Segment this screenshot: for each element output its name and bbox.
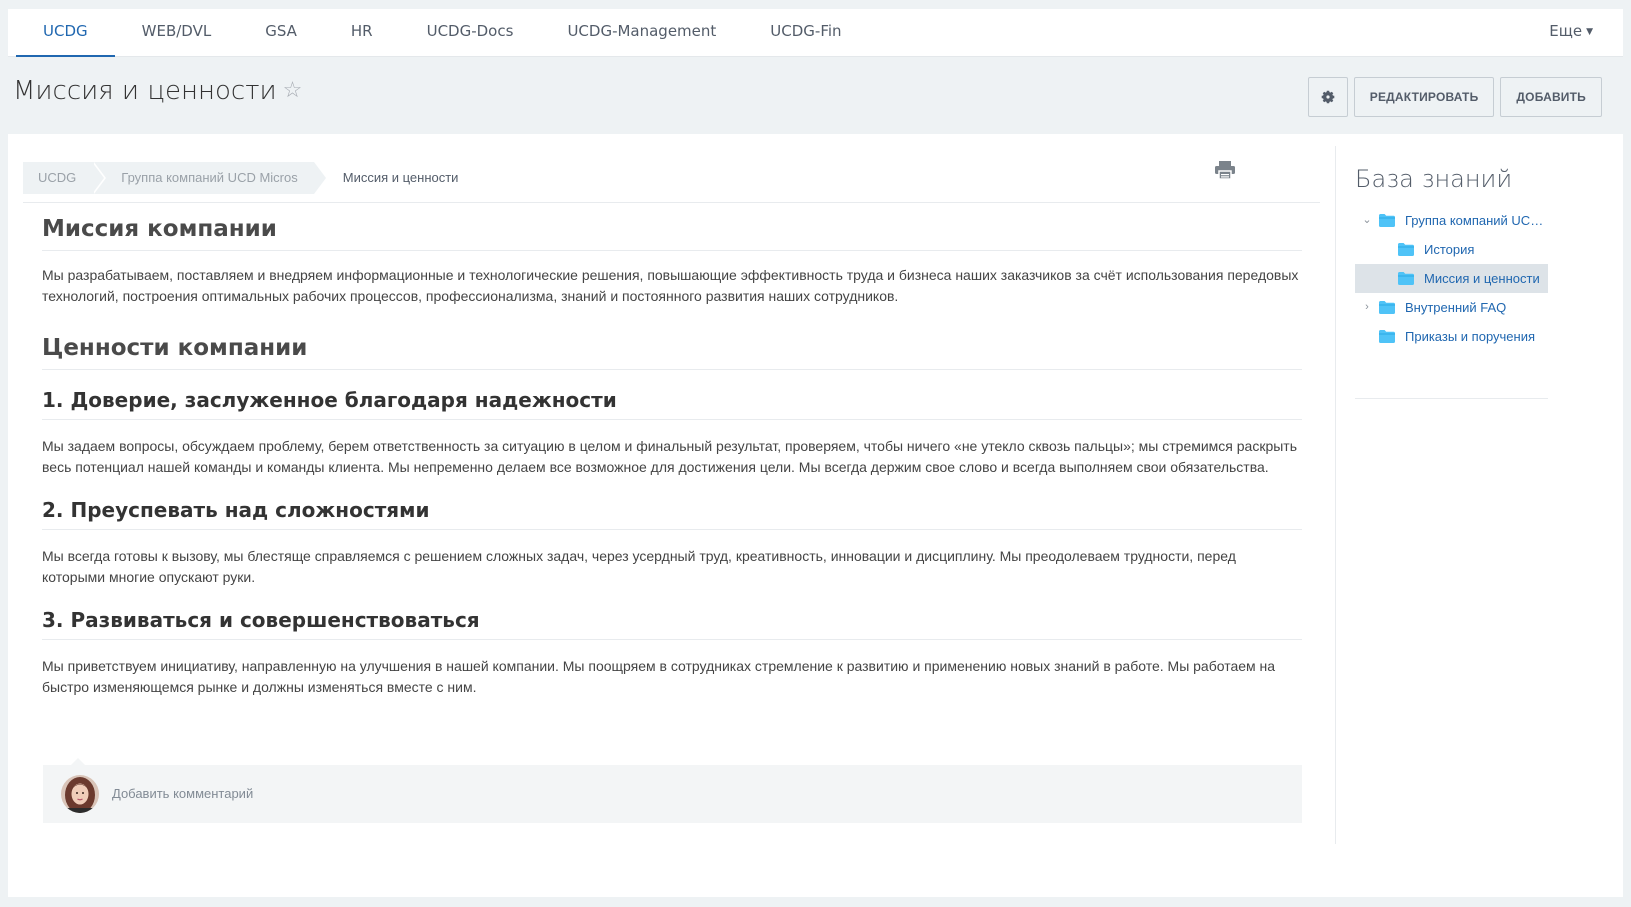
avatar (61, 775, 99, 813)
folder-icon (1398, 272, 1414, 285)
article-body: Миссия компании Мы разрабатываем, постав… (42, 212, 1302, 698)
value-title-1: 1. Доверие, заслуженное благодаря надежн… (42, 388, 1302, 420)
user-avatar-icon (61, 775, 99, 813)
mission-heading: Миссия компании (42, 212, 1302, 251)
value-text-1: Мы задаем вопросы, обсуждаем проблему, б… (42, 438, 1298, 475)
value-text-3: Мы приветствуем инициативу, направленную… (42, 658, 1276, 695)
tree-item-orders[interactable]: Приказы и поручения (1355, 322, 1548, 351)
folder-icon (1398, 243, 1414, 256)
page-title: Миссия и ценности ☆ (13, 76, 302, 106)
comment-placeholder: Добавить комментарий (112, 786, 254, 801)
values-heading: Ценности компании (42, 331, 1302, 370)
folder-icon (1379, 330, 1395, 343)
value-title-2: 2. Преуспевать над сложностями (42, 498, 1302, 530)
tree-item-mission-values[interactable]: Миссия и ценности (1355, 264, 1548, 293)
breadcrumb: UCDG Группа компаний UCD Micros Миссия и… (23, 162, 474, 194)
tab-ucdg-management[interactable]: UCDG-Management (540, 9, 743, 57)
sidebar-title: База знаний (1355, 165, 1513, 193)
tree-item-label: История (1424, 242, 1475, 257)
gear-icon (1321, 90, 1335, 104)
add-button[interactable]: ДОБАВИТЬ (1500, 77, 1602, 117)
tab-gsa[interactable]: GSA (238, 9, 324, 57)
tab-ucdg-fin[interactable]: UCDG-Fin (743, 9, 868, 57)
breadcrumb-divider (23, 202, 1320, 203)
tree-item-internal-faq[interactable]: › Внутренний FAQ (1355, 293, 1548, 322)
breadcrumb-item-current: Миссия и ценности (342, 170, 459, 185)
caret-down-icon: ▼ (1586, 27, 1593, 37)
sidebar-divider (1335, 146, 1336, 844)
header-actions: РЕДАКТИРОВАТЬ ДОБАВИТЬ (1307, 77, 1602, 117)
chevron-down-icon[interactable]: ⌄ (1361, 206, 1373, 235)
settings-button[interactable] (1307, 77, 1348, 117)
tab-ucdg-docs[interactable]: UCDG-Docs (400, 9, 541, 57)
tree-item-label: Миссия и ценности (1424, 271, 1540, 286)
chevron-right-icon[interactable]: › (1361, 293, 1373, 322)
tab-ucdg[interactable]: UCDG (16, 9, 115, 57)
folder-icon (1379, 301, 1395, 314)
content-panel: UCDG Группа компаний UCD Micros Миссия и… (8, 134, 1623, 897)
top-nav-bar: UCDG WEB/DVL GSA HR UCDG-Docs UCDG-Manag… (8, 9, 1623, 57)
tab-hr[interactable]: HR (324, 9, 400, 57)
more-label: Еще (1549, 22, 1583, 40)
tree-item-label: Приказы и поручения (1405, 329, 1536, 344)
tree-item-label: Группа компаний UCD Micros (1405, 213, 1548, 228)
folder-icon (1379, 214, 1395, 227)
tree-item-history[interactable]: История (1355, 235, 1548, 264)
value-title-3: 3. Развиваться и совершенствоваться (42, 608, 1302, 640)
page-title-text: Миссия и ценности (13, 76, 277, 106)
breadcrumb-item-group[interactable]: Группа компаний UCD Micros (92, 162, 329, 194)
tree-item-label: Внутренний FAQ (1405, 300, 1507, 315)
value-text-2: Мы всегда готовы к вызову, мы блестяще с… (42, 548, 1236, 585)
more-tabs-dropdown[interactable]: Еще ▼ (1549, 9, 1593, 54)
star-icon[interactable]: ☆ (283, 78, 303, 103)
tab-list: UCDG WEB/DVL GSA HR UCDG-Docs UCDG-Manag… (8, 9, 1623, 57)
tab-web-dvl[interactable]: WEB/DVL (115, 9, 239, 57)
mission-text: Мы разрабатываем, поставляем и внедряем … (42, 267, 1299, 304)
add-comment-field[interactable]: Добавить комментарий (43, 765, 1302, 823)
print-icon[interactable] (1214, 160, 1236, 180)
sidebar-bottom-divider (1355, 398, 1548, 399)
knowledge-base-tree: ⌄ Группа компаний UCD Micros История Мис… (1355, 206, 1548, 351)
tree-item-ucd-group[interactable]: ⌄ Группа компаний UCD Micros (1355, 206, 1548, 235)
breadcrumb-item-ucdg[interactable]: UCDG (23, 162, 107, 194)
edit-button[interactable]: РЕДАКТИРОВАТЬ (1353, 77, 1495, 117)
